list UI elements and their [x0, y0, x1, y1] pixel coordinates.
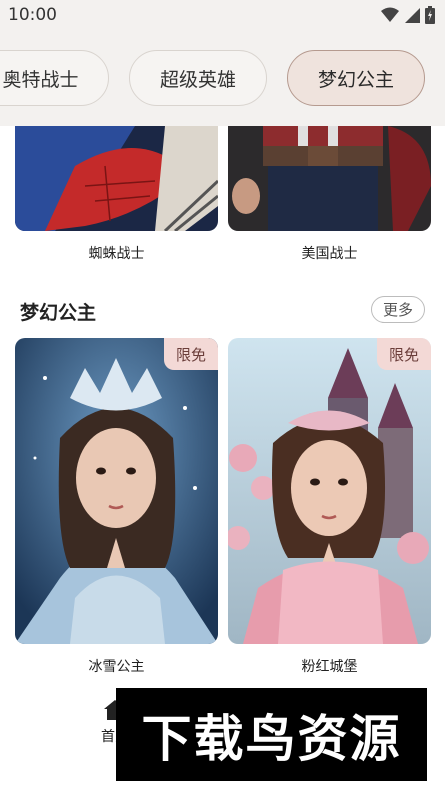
tab-label: 梦幻公主	[317, 68, 394, 91]
american-warrior-card[interactable]	[228, 126, 431, 231]
free-badge: 限免	[164, 338, 218, 370]
free-badge: 限免	[377, 338, 431, 370]
category-tabs: 奥特战士 超级英雄 梦幻公主	[0, 30, 445, 126]
card-title-pink-castle: 粉红城堡	[301, 659, 358, 675]
battery-icon	[425, 6, 435, 24]
more-button[interactable]: 更多	[371, 296, 425, 323]
pink-castle-image	[228, 338, 431, 644]
card-title-american: 美国战士	[301, 246, 358, 262]
tab-superhero[interactable]: 超级英雄	[129, 50, 267, 106]
tab-label: 超级英雄	[159, 68, 236, 91]
ice-princess-image	[15, 338, 218, 644]
watermark-text: 下载鸟资源	[141, 709, 402, 768]
tab-label: 奥特战士	[2, 68, 79, 91]
spider-warrior-image	[15, 126, 218, 231]
signal-icon	[405, 8, 420, 23]
card-title-spider: 蜘蛛战士	[88, 246, 145, 262]
ice-princess-card[interactable]: 限免	[15, 338, 218, 644]
pink-castle-card[interactable]: 限免	[228, 338, 431, 644]
tab-dream-princess[interactable]: 梦幻公主	[287, 50, 425, 106]
section-title: 梦幻公主	[20, 302, 97, 324]
wifi-icon	[381, 7, 399, 22]
card-title-ice-princess: 冰雪公主	[88, 659, 145, 675]
status-icons	[381, 6, 435, 24]
american-warrior-image	[228, 126, 431, 231]
status-bar: 10:00	[0, 0, 445, 30]
spider-warrior-card[interactable]	[15, 126, 218, 231]
watermark-overlay: 下载鸟资源	[116, 688, 427, 781]
tab-ultraman[interactable]: 奥特战士	[0, 50, 109, 106]
status-time: 10:00	[8, 5, 57, 25]
